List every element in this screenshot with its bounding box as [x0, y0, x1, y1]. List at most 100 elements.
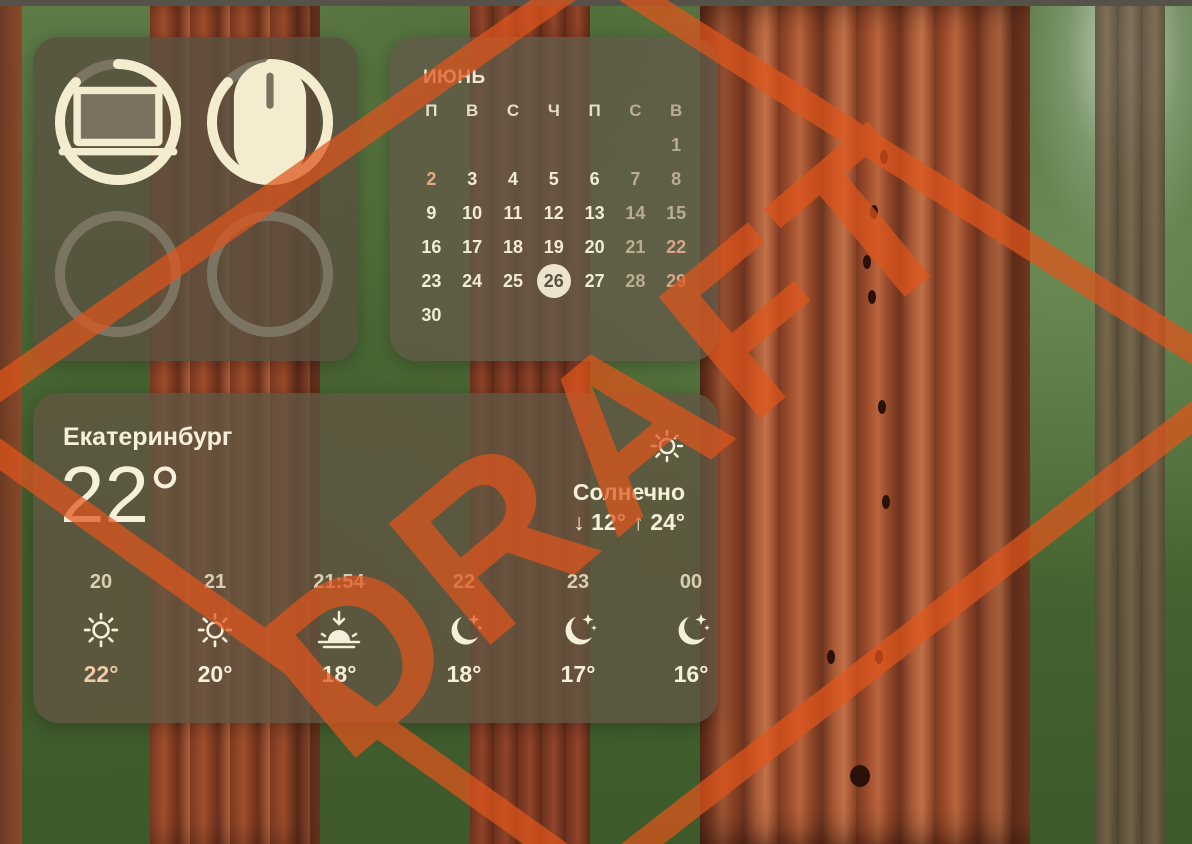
- weather-widget[interactable]: Екатеринбург 22° Солнечно ↓ 12° ↑ 24° 20…: [33, 393, 718, 723]
- moon-stars-icon: [414, 605, 514, 655]
- calendar-day: 13: [584, 202, 605, 223]
- laptop-icon: [53, 57, 183, 187]
- hour-temp: 18°: [446, 661, 482, 687]
- hourly-item: 00 16°: [641, 571, 741, 688]
- weather-low-high: ↓ 12° ↑ 24°: [573, 509, 685, 535]
- battery-ring-mouse: [205, 57, 335, 187]
- calendar-day: 8: [671, 168, 682, 189]
- sun-icon: [165, 605, 265, 655]
- weekday-label: П: [425, 101, 438, 120]
- hour-temp: 17°: [560, 661, 596, 687]
- weekday-label: П: [588, 101, 601, 120]
- calendar-blank: [574, 128, 615, 162]
- calendar-day: 25: [502, 270, 523, 291]
- calendar-day: 30: [421, 304, 442, 325]
- calendar-widget[interactable]: ИЮНЬ П В С Ч П С В 1 2 3 4 5 6 7 8 9 10 …: [390, 37, 718, 361]
- hourly-item: 23 17°: [528, 571, 628, 688]
- hourly-item: 20 22°: [51, 571, 151, 688]
- calendar-blank: [615, 128, 656, 162]
- batteries-widget[interactable]: [33, 37, 358, 361]
- hour-label: 21:54: [313, 571, 365, 593]
- hourly-item: 21 20°: [165, 571, 265, 688]
- weekday-label: С: [629, 101, 642, 120]
- hour-temp: 20°: [197, 661, 233, 687]
- calendar-day: 14: [625, 202, 646, 223]
- sequoia-trunk: [700, 0, 1030, 844]
- weather-condition: Солнечно: [572, 479, 685, 505]
- calendar-day: 4: [507, 168, 518, 189]
- calendar-day: 15: [666, 202, 687, 223]
- battery-ring: [207, 211, 333, 337]
- bark-hole: [882, 495, 890, 509]
- bark-hole: [868, 290, 876, 304]
- calendar-blank: [452, 128, 493, 162]
- calendar-day: 1: [671, 134, 682, 155]
- calendar-day: 28: [625, 270, 646, 291]
- sun-icon: [51, 605, 151, 655]
- calendar-day: 12: [543, 202, 564, 223]
- calendar-day: 20: [584, 236, 605, 257]
- calendar-blank: [533, 128, 574, 162]
- calendar-day-today: 26: [533, 264, 574, 298]
- calendar-day: 17: [462, 236, 483, 257]
- hour-temp: 16°: [673, 661, 709, 687]
- weather-city: Екатеринбург: [63, 423, 233, 451]
- hourly-item: 21:54 18°: [289, 571, 389, 688]
- calendar-day: 21: [625, 236, 646, 257]
- bark-hole: [863, 255, 871, 269]
- battery-ring-empty: [205, 209, 335, 339]
- weekday-label: Ч: [547, 101, 560, 120]
- battery-ring: [55, 211, 181, 337]
- hour-label: 21: [203, 571, 227, 593]
- calendar-day: 29: [666, 270, 687, 291]
- calendar-blank: [493, 128, 534, 162]
- calendar-day: 6: [589, 168, 600, 189]
- sunset-icon: [289, 605, 389, 655]
- calendar-grid: П В С Ч П С В 1 2 3 4 5 6 7 8 9 10 11 12…: [411, 94, 697, 332]
- hour-label: 23: [566, 571, 590, 593]
- bark-hole: [875, 650, 883, 664]
- bark-hole: [880, 150, 888, 164]
- bark-hole: [878, 400, 886, 414]
- calendar-month-label: ИЮНЬ: [423, 67, 486, 88]
- hourly-forecast: 20 22° 21 20° 21:54 18° 22 18° 23 17° 00…: [51, 571, 710, 701]
- calendar-day: 3: [467, 168, 478, 189]
- weekday-label: В: [670, 101, 683, 120]
- today-number: 26: [536, 264, 571, 298]
- bark-hole: [827, 650, 835, 664]
- mouse-icon: [205, 57, 335, 187]
- tree-trunk: [0, 0, 22, 844]
- calendar-day: 5: [548, 168, 559, 189]
- hour-temp: 22°: [83, 661, 119, 687]
- calendar-day: 23: [421, 270, 442, 291]
- battery-ring-empty: [53, 209, 183, 339]
- calendar-day: 19: [543, 236, 564, 257]
- weekday-label: С: [506, 101, 520, 120]
- hourly-item: 22 18°: [414, 571, 514, 688]
- calendar-day: 27: [584, 270, 605, 291]
- calendar-day: 7: [630, 168, 641, 189]
- hour-label: 20: [89, 571, 113, 593]
- calendar-day: 2: [426, 168, 437, 189]
- moon-stars-icon: [528, 605, 628, 655]
- calendar-day: 11: [503, 202, 523, 223]
- weekday-label: В: [466, 101, 479, 120]
- calendar-day: 16: [421, 236, 442, 257]
- calendar-blank: [411, 128, 452, 162]
- bark-hole: [870, 205, 878, 219]
- menu-bar-edge: [0, 0, 1192, 6]
- hour-label: 22: [452, 571, 476, 593]
- calendar-day: 22: [666, 236, 687, 257]
- battery-ring-laptop: [53, 57, 183, 187]
- tree-trunk: [1095, 0, 1165, 844]
- bark-hole: [850, 765, 870, 787]
- calendar-day: 9: [426, 202, 437, 223]
- hour-temp: 18°: [321, 661, 357, 687]
- calendar-day: 10: [462, 202, 483, 223]
- hour-label: 00: [679, 571, 703, 593]
- weather-current-temp: 22°: [60, 450, 181, 539]
- moon-stars-icon: [641, 605, 741, 655]
- sun-icon: [650, 429, 684, 468]
- calendar-day: 24: [462, 270, 483, 291]
- calendar-day: 18: [502, 236, 523, 257]
